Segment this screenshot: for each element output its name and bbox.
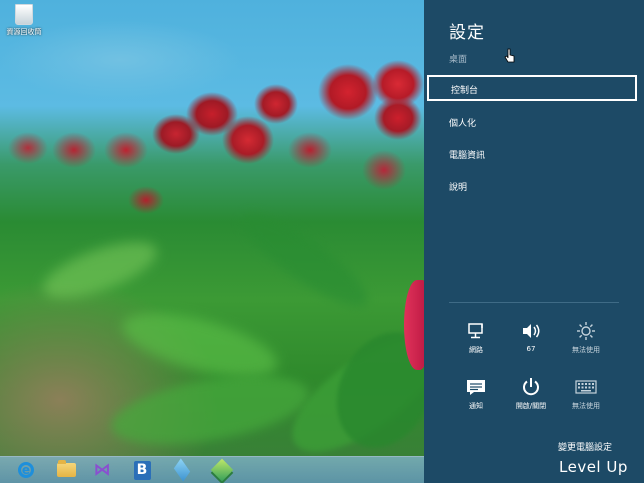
watermark-text: Level Up	[559, 458, 628, 476]
taskbar-visual-studio-button[interactable]: ⋈	[88, 459, 116, 481]
taskbar-blend-button[interactable]: B	[128, 459, 156, 481]
network-button[interactable]: 網路	[451, 320, 501, 355]
keyboard-button: 無法使用	[561, 376, 611, 411]
ie-icon: e	[18, 462, 34, 478]
keyboard-icon	[561, 376, 611, 398]
change-pc-settings-link[interactable]: 變更電腦設定	[558, 440, 612, 453]
menu-item-help[interactable]: 說明	[449, 180, 467, 193]
menu-item-personalize[interactable]: 個人化	[449, 116, 476, 129]
taskbar-file-explorer-button[interactable]	[52, 459, 80, 481]
keyboard-label: 無法使用	[572, 402, 600, 410]
menu-item-control-panel[interactable]: 控制台	[427, 75, 637, 101]
menu-item-control-panel-label: 控制台	[451, 86, 479, 96]
recycle-bin-icon	[15, 4, 33, 25]
folder-icon	[56, 460, 76, 477]
stack-app-icon	[210, 458, 234, 482]
notifications-icon	[451, 376, 501, 398]
taskbar-internet-explorer-button[interactable]: e	[12, 459, 40, 481]
menu-item-pc-info[interactable]: 電腦資訊	[449, 148, 485, 161]
power-label: 開啟/關閉	[515, 402, 547, 410]
recycle-bin-label: 資源回收筒	[6, 28, 42, 36]
brightness-label: 無法使用	[572, 346, 600, 354]
brightness-icon	[561, 320, 611, 342]
hand-cursor-icon	[504, 48, 515, 63]
power-icon	[506, 376, 556, 398]
menu-item-desktop[interactable]: 桌面	[449, 52, 467, 65]
notifications-label: 通知	[469, 402, 483, 410]
taskbar-network-app-button[interactable]	[168, 458, 196, 482]
brightness-button: 無法使用	[561, 320, 611, 355]
volume-button[interactable]: 67	[506, 320, 556, 353]
notifications-button[interactable]: 通知	[451, 376, 501, 411]
pane-title: 設定	[449, 23, 485, 43]
divider	[449, 302, 619, 303]
network-app-icon	[173, 458, 191, 482]
desktop-wallpaper: 資源回收筒 e ⋈ B	[0, 0, 424, 483]
network-label: 網路	[469, 346, 483, 354]
volume-icon	[506, 320, 556, 342]
volume-label: 67	[526, 345, 536, 353]
b-app-icon: B	[133, 460, 151, 480]
settings-charm-pane: 設定 桌面 控制台 個人化 電腦資訊 說明 網路 67 無法使用 通知 開啟/關…	[424, 0, 644, 483]
network-icon	[451, 320, 501, 342]
power-button[interactable]: 開啟/關閉	[506, 376, 556, 411]
visual-studio-icon: ⋈	[93, 460, 111, 480]
taskbar-stack-app-button[interactable]	[208, 458, 236, 482]
taskbar: e ⋈ B	[0, 456, 424, 483]
recycle-bin-shortcut[interactable]: 資源回收筒	[6, 4, 42, 37]
